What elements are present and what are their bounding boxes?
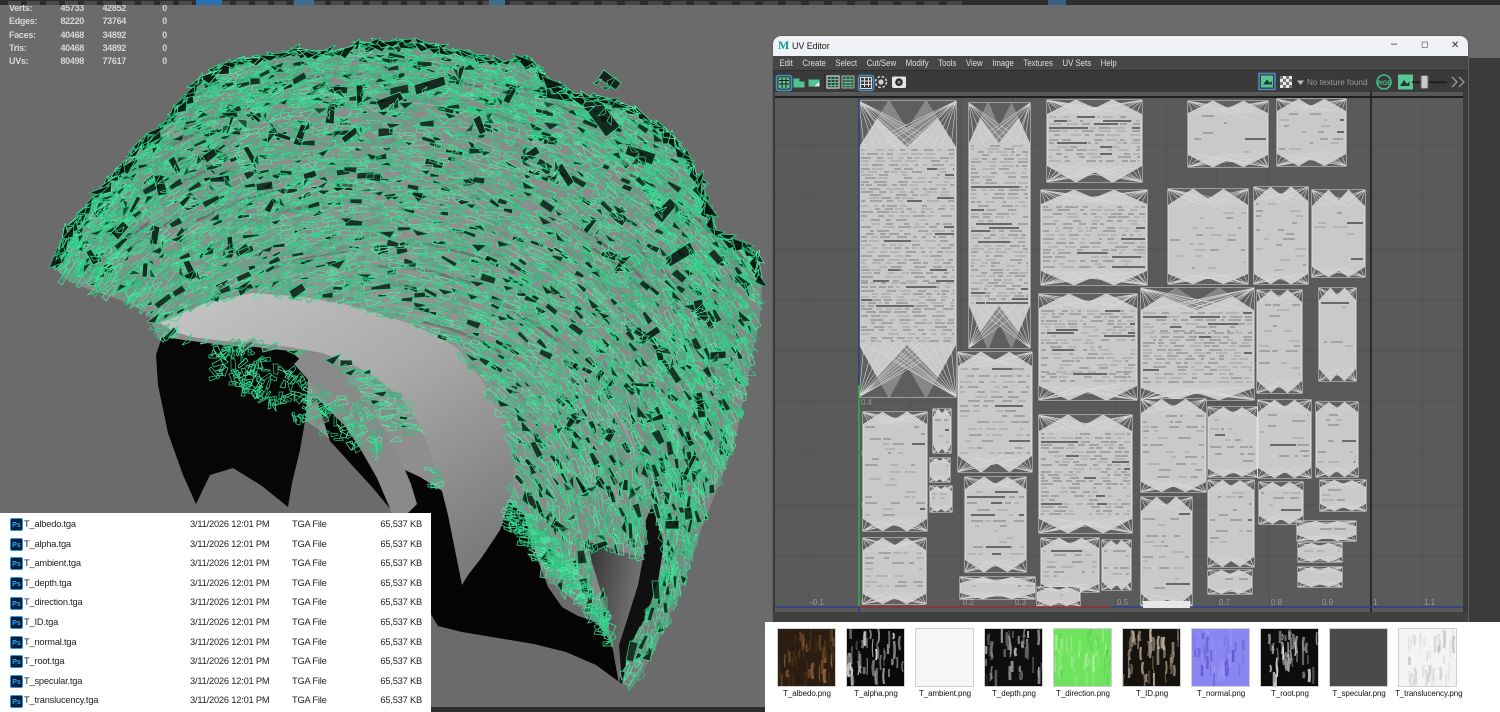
svg-text:0.5: 0.5 [1117, 598, 1129, 607]
svg-text:1.1: 1.1 [1424, 598, 1436, 607]
svg-text:1: 1 [1373, 598, 1378, 607]
svg-text:No texture found: No texture found [1307, 78, 1368, 87]
svg-text:0.7: 0.7 [1219, 598, 1231, 607]
svg-text:0.4: 0.4 [861, 398, 873, 407]
svg-text:0.9: 0.9 [1322, 598, 1334, 607]
svg-text:0.8: 0.8 [1271, 598, 1283, 607]
svg-text:RGB: RGB [1378, 80, 1393, 87]
svg-text:-0.1: -0.1 [810, 598, 824, 607]
